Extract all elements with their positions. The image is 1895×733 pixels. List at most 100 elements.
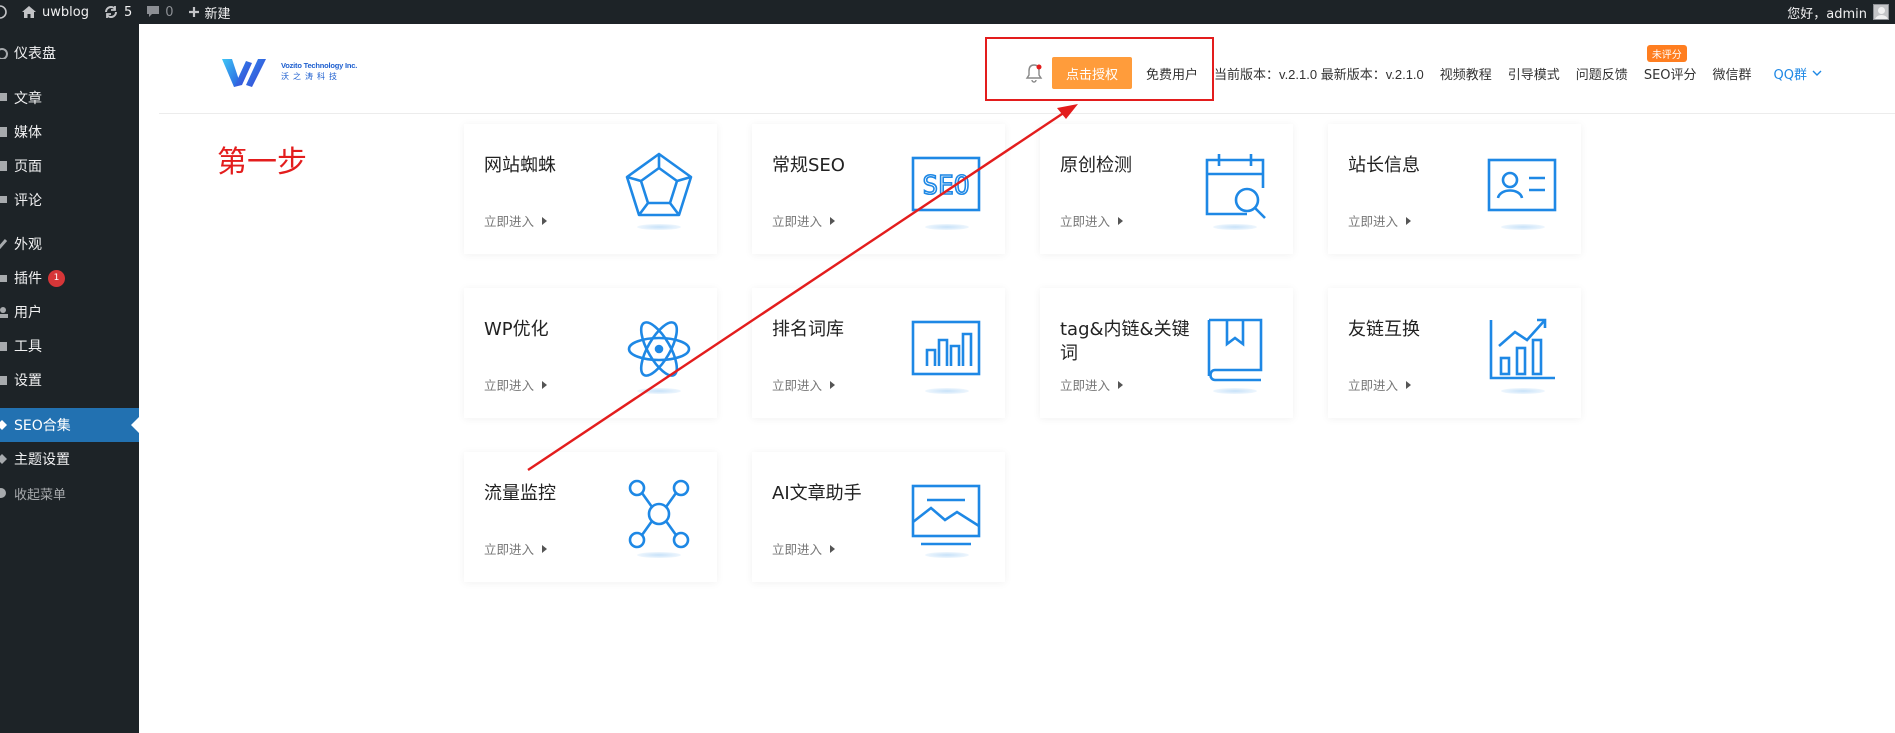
- enter-link-label: 立即进入: [772, 542, 823, 557]
- updates-count: 5: [123, 4, 133, 20]
- settings-icon: [0, 374, 11, 386]
- sidebar-item-label: 媒体: [14, 125, 42, 141]
- card-tag-internal-links[interactable]: tag&内链&关键词 立即进入: [1040, 288, 1293, 418]
- enter-link[interactable]: 立即进入: [484, 539, 548, 558]
- card-regular-seo[interactable]: 常规SEO 立即进入 SEO: [752, 124, 1005, 254]
- card-title: 网站蜘蛛: [484, 155, 556, 176]
- sidebar-item-comments[interactable]: 评论: [0, 183, 139, 217]
- sidebar-collapse-menu[interactable]: 收起菜单: [0, 476, 139, 510]
- enter-link[interactable]: 立即进入: [772, 539, 836, 558]
- sidebar-item-seo-collection[interactable]: SEO合集: [0, 408, 139, 442]
- arrow-right-icon: [830, 544, 836, 553]
- page-icon: [0, 160, 11, 172]
- dashboard-icon: [0, 47, 11, 59]
- card-title: 友链互换: [1348, 319, 1420, 340]
- enter-link[interactable]: 立即进入: [1060, 211, 1124, 230]
- sidebar-item-users[interactable]: 用户: [0, 295, 139, 329]
- card-site-spider[interactable]: 网站蜘蛛 立即进入: [464, 124, 717, 254]
- enter-link-label: 立即进入: [484, 378, 535, 393]
- enter-link-label: 立即进入: [484, 542, 535, 557]
- qq-group-dropdown[interactable]: QQ群: [1774, 64, 1822, 83]
- plugin-update-badge: 1: [48, 269, 65, 287]
- card-ranking-keywords[interactable]: 排名词库 立即进入: [752, 288, 1005, 418]
- sidebar-item-theme-settings[interactable]: 主题设置: [0, 442, 139, 476]
- header-divider: [159, 113, 1895, 114]
- sidebar-item-label: 用户: [14, 305, 42, 321]
- qq-group-label: QQ群: [1773, 67, 1807, 83]
- version-info: 当前版本：v.2.1.0 最新版本：v.2.1.0: [1214, 66, 1424, 82]
- updates-item[interactable]: 5: [96, 0, 139, 24]
- user-icon: [0, 306, 11, 318]
- collapse-icon: [0, 487, 11, 499]
- card-webmaster-info[interactable]: 站长信息 立即进入: [1328, 124, 1581, 254]
- card-traffic-monitor[interactable]: 流量监控 立即进入: [464, 452, 717, 582]
- enter-link[interactable]: 立即进入: [484, 375, 548, 394]
- arrow-right-icon: [1406, 380, 1412, 389]
- enter-link[interactable]: 立即进入: [1348, 375, 1412, 394]
- step-annotation: 第一步: [217, 145, 307, 180]
- arrow-right-icon: [1118, 216, 1124, 225]
- sidebar-item-appearance[interactable]: 外观: [0, 227, 139, 261]
- sidebar-item-label: 评论: [14, 193, 42, 209]
- enter-link[interactable]: 立即进入: [1348, 211, 1412, 230]
- card-wp-optimization[interactable]: WP优化 立即进入: [464, 288, 717, 418]
- card-title: WP优化: [484, 319, 549, 340]
- card-title: 原创检测: [1060, 155, 1132, 176]
- arrow-right-icon: [830, 216, 836, 225]
- admin-sidebar: 仪表盘 文章 媒体 页面 评论 外观 插件 1 用户 工具 设置 SEO合集 主…: [0, 24, 139, 733]
- sidebar-item-media[interactable]: 媒体: [0, 115, 139, 149]
- wechat-group-link[interactable]: 微信群: [1713, 64, 1752, 83]
- video-tutorial-link[interactable]: 视频教程: [1440, 64, 1492, 83]
- plugin-icon: [0, 272, 11, 284]
- card-originality-check[interactable]: 原创检测 立即进入: [1040, 124, 1293, 254]
- sidebar-item-settings[interactable]: 设置: [0, 363, 139, 397]
- authorize-highlight-box: [985, 37, 1214, 101]
- site-name-item[interactable]: uwblog: [14, 0, 96, 24]
- guide-mode-link[interactable]: 引导模式: [1508, 64, 1560, 83]
- account-menu[interactable]: 您好，admin: [1787, 0, 1895, 24]
- enter-link[interactable]: 立即进入: [772, 211, 836, 230]
- brand-name-cn: 沃之涛科技: [281, 71, 341, 81]
- enter-link[interactable]: 立即进入: [772, 375, 836, 394]
- wp-logo-item[interactable]: [0, 0, 14, 24]
- card-ai-article-assistant[interactable]: AI文章助手 立即进入: [752, 452, 1005, 582]
- card-title: 排名词库: [772, 319, 844, 340]
- sidebar-item-label: 设置: [14, 373, 42, 389]
- sidebar-item-label: SEO合集: [14, 418, 71, 434]
- enter-link-label: 立即进入: [1348, 214, 1399, 229]
- sidebar-item-posts[interactable]: 文章: [0, 81, 139, 115]
- enter-link[interactable]: 立即进入: [1060, 375, 1124, 394]
- wrench-icon: [0, 340, 11, 352]
- brand-name-en: Vozito Technology Inc.: [281, 60, 358, 70]
- enter-link-label: 立即进入: [1060, 378, 1111, 393]
- sidebar-item-dashboard[interactable]: 仪表盘: [0, 36, 139, 70]
- enter-link[interactable]: 立即进入: [484, 211, 548, 230]
- sidebar-item-plugins[interactable]: 插件 1: [0, 261, 139, 295]
- arrow-right-icon: [830, 380, 836, 389]
- plus-icon: [188, 6, 200, 18]
- arrow-right-icon: [1118, 380, 1124, 389]
- sidebar-item-tools[interactable]: 工具: [0, 329, 139, 363]
- sidebar-item-label: 仪表盘: [14, 46, 56, 62]
- pin-icon: [0, 92, 11, 104]
- card-link-exchange[interactable]: 友链互换 立即进入: [1328, 288, 1581, 418]
- enter-link-label: 立即进入: [772, 214, 823, 229]
- card-title: 站长信息: [1348, 155, 1420, 176]
- sidebar-item-pages[interactable]: 页面: [0, 149, 139, 183]
- sidebar-item-label: 页面: [14, 159, 42, 175]
- seo-score-link[interactable]: 未评分 SEO评分: [1643, 44, 1697, 83]
- sidebar-item-label: 收起菜单: [14, 487, 67, 503]
- seo-text-icon: SEO: [907, 148, 987, 230]
- comments-item[interactable]: 0: [139, 0, 180, 24]
- comments-count: 0: [165, 4, 174, 20]
- card-title: 常规SEO: [772, 155, 845, 176]
- brand-logo[interactable]: Vozito Technology Inc. 沃之涛科技: [220, 53, 357, 89]
- new-content-item[interactable]: 新建: [181, 0, 238, 24]
- bar-chart-icon: [907, 312, 987, 394]
- enter-link-label: 立即进入: [1060, 214, 1111, 229]
- enter-link-label: 立即进入: [772, 378, 823, 393]
- sidebar-item-label: 主题设置: [14, 452, 70, 468]
- arrow-right-icon: [542, 216, 548, 225]
- feedback-link[interactable]: 问题反馈: [1576, 64, 1628, 83]
- seo-score-label: SEO评分: [1643, 67, 1697, 83]
